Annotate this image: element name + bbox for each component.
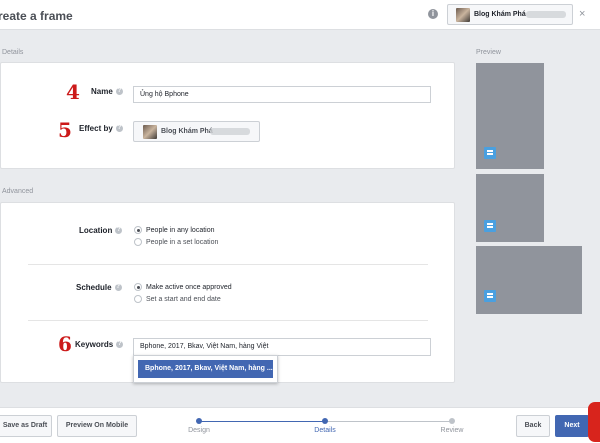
effect-by-page-name: Blog Khám Phá: [161, 128, 213, 135]
effect-by-label: Effect by?: [79, 124, 123, 133]
step-number-4: 4: [66, 80, 80, 104]
preview-landscape: [476, 246, 582, 314]
location-option-any[interactable]: People in any location: [134, 226, 215, 234]
radio-selected[interactable]: [134, 226, 142, 234]
progress-fill: [199, 421, 326, 422]
preview-portrait: [476, 63, 544, 169]
frame-badge-icon: [484, 290, 496, 302]
keywords-label-text: Keywords: [75, 340, 114, 349]
schedule-option-label: Set a start and end date: [146, 295, 221, 303]
effect-by-page-button[interactable]: Blog Khám Phá: [133, 121, 260, 142]
frame-badge-icon: [484, 220, 496, 232]
step-label-design[interactable]: Design: [174, 427, 224, 434]
blurred-text: [526, 11, 566, 18]
keyword-suggestion-item[interactable]: Bphone, 2017, Bkav, Việt Nam, hàng ...: [138, 360, 273, 378]
divider: [28, 320, 428, 321]
step-label-details[interactable]: Details: [300, 427, 350, 434]
page-avatar: [456, 8, 470, 22]
dialog-header: reate a frame i Blog Khám Phá ×: [0, 0, 600, 30]
red-arrow-indicator: [588, 402, 600, 442]
preview-on-mobile-button[interactable]: Preview On Mobile: [57, 415, 137, 437]
step-dot-design[interactable]: [196, 418, 202, 424]
name-input[interactable]: Ủng hộ Bphone: [133, 86, 431, 103]
dialog-footer: Save as Draft Preview On Mobile Design D…: [0, 407, 600, 443]
keyword-suggestions: Bphone, 2017, Bkav, Việt Nam, hàng ...: [133, 355, 278, 383]
back-button[interactable]: Back: [516, 415, 550, 437]
section-label-advanced: Advanced: [2, 188, 34, 195]
info-icon[interactable]: i: [428, 9, 438, 19]
help-icon[interactable]: ?: [115, 125, 123, 133]
effect-by-label-text: Effect by: [79, 124, 113, 133]
help-icon[interactable]: ?: [114, 284, 122, 292]
location-option-label: People in a set location: [146, 238, 219, 246]
dialog-title: reate a frame: [0, 9, 73, 23]
location-label-text: Location: [79, 226, 113, 235]
preview-label: Preview: [476, 49, 501, 56]
name-label-text: Name: [91, 87, 113, 96]
close-icon[interactable]: ×: [579, 8, 585, 20]
preview-square: [476, 174, 544, 242]
help-icon[interactable]: ?: [115, 88, 123, 96]
step-number-6: 6: [58, 332, 72, 356]
keywords-input[interactable]: Bphone, 2017, Bkav, Việt Nam, hàng Việt: [133, 338, 431, 356]
location-option-set[interactable]: People in a set location: [134, 238, 218, 246]
radio-unselected[interactable]: [134, 295, 142, 303]
schedule-label: Schedule?: [76, 283, 122, 292]
schedule-option-approved[interactable]: Make active once approved: [134, 283, 232, 291]
divider: [28, 264, 428, 265]
section-label-details: Details: [2, 49, 24, 56]
help-icon[interactable]: ?: [115, 227, 123, 235]
step-dot-review[interactable]: [449, 418, 455, 424]
save-as-draft-button[interactable]: Save as Draft: [0, 415, 52, 437]
page-selector[interactable]: Blog Khám Phá: [447, 4, 573, 25]
blurred-text: [210, 128, 250, 135]
schedule-option-label: Make active once approved: [146, 283, 232, 291]
step-label-review[interactable]: Review: [427, 427, 477, 434]
details-panel: [0, 62, 455, 169]
radio-unselected[interactable]: [134, 238, 142, 246]
page-avatar: [143, 125, 157, 139]
frame-badge-icon: [484, 147, 496, 159]
schedule-option-dates[interactable]: Set a start and end date: [134, 295, 221, 303]
schedule-label-text: Schedule: [76, 283, 112, 292]
page-name: Blog Khám Phá: [474, 11, 526, 18]
step-dot-details[interactable]: [322, 418, 328, 424]
help-icon[interactable]: ?: [116, 341, 124, 349]
location-option-label: People in any location: [146, 226, 215, 234]
name-label: Name?: [91, 87, 123, 96]
next-button[interactable]: Next: [555, 415, 589, 437]
keywords-label: Keywords?: [75, 340, 124, 349]
step-number-5: 5: [58, 118, 72, 142]
radio-selected[interactable]: [134, 283, 142, 291]
location-label: Location?: [79, 226, 123, 235]
